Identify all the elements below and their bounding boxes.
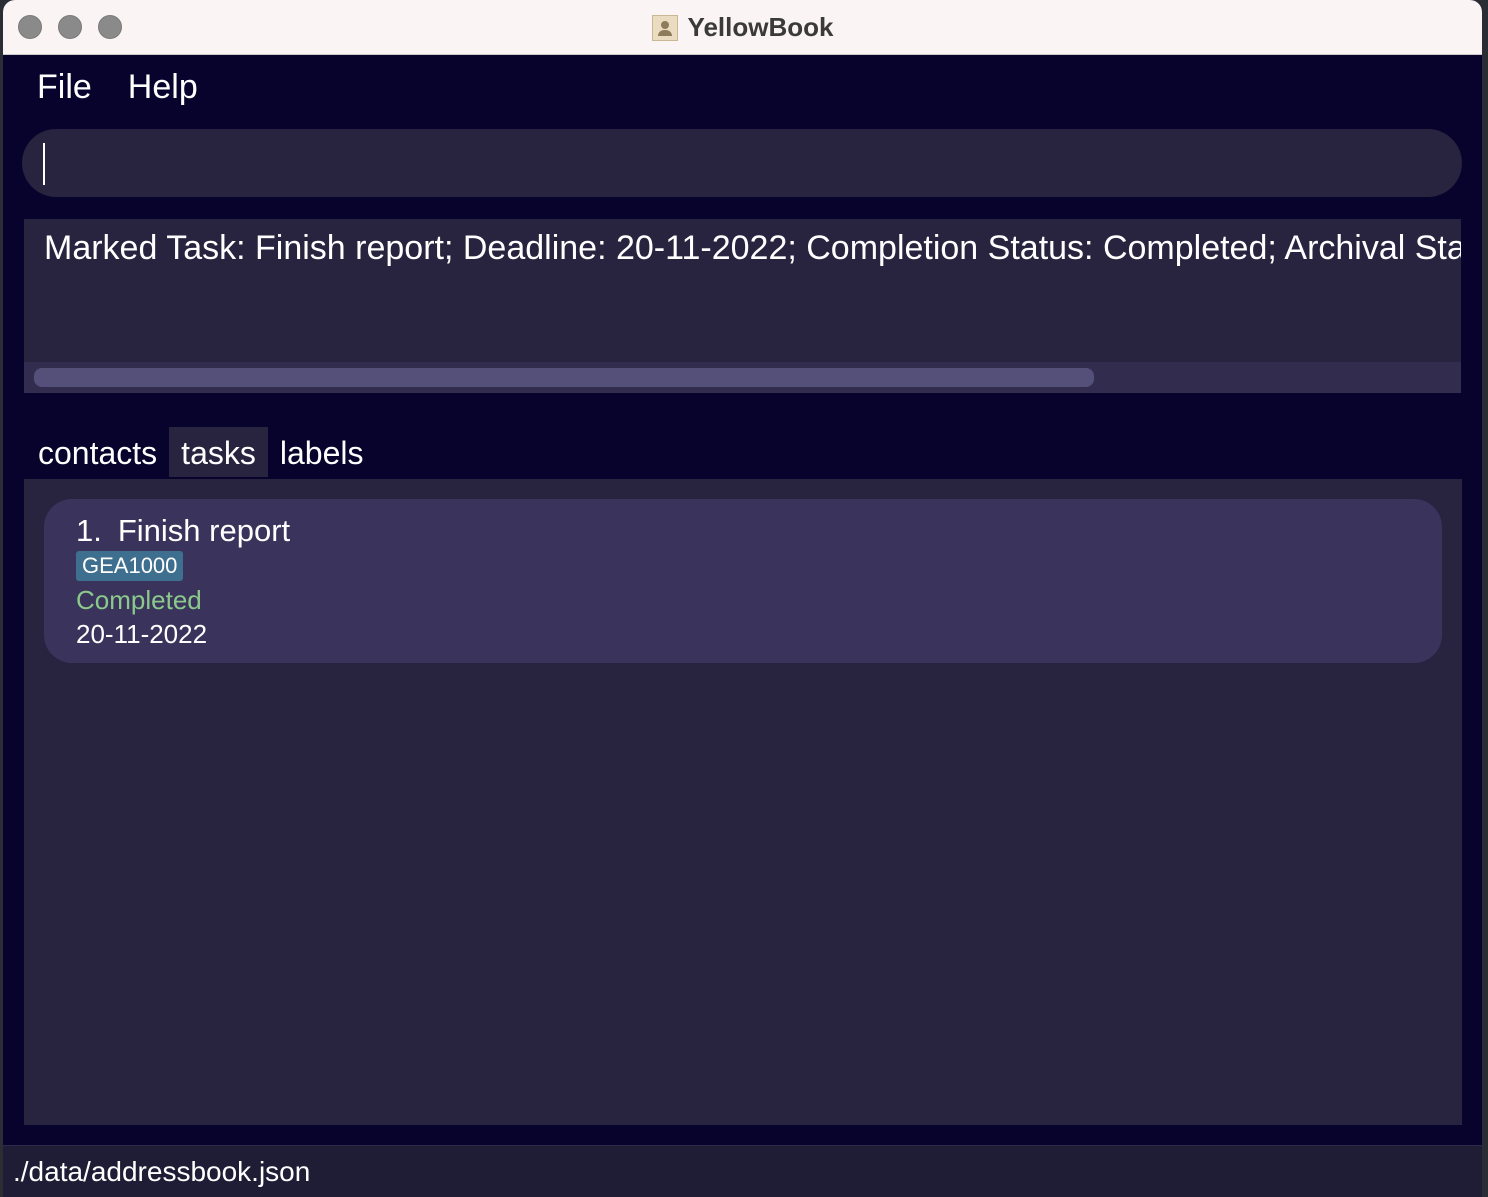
title-bar: YellowBook [3,0,1482,55]
task-title: Finish report [117,513,291,548]
result-horizontal-scrollbar[interactable] [24,362,1461,393]
address-book-icon [651,14,678,41]
tab-contacts[interactable]: contacts [26,427,169,477]
task-title-row: 1. Finish report [76,513,290,549]
command-input[interactable] [52,139,1436,189]
window-title: YellowBook [687,12,834,42]
app-window: YellowBook File Help Marked Task: Finish … [3,0,1482,1197]
menu-bar: File Help [37,68,234,107]
menu-file[interactable]: File [37,68,92,106]
task-deadline: 20-11-2022 [76,619,208,649]
tab-bar: contacts tasks labels [26,427,375,477]
data-file-path: ./data/addressbook.json [13,1156,311,1187]
tab-tasks[interactable]: tasks [169,427,268,477]
task-list-panel: 1. Finish report GEA1000 Completed 20-11-… [24,479,1462,1125]
result-message: Marked Task: Finish report; Deadline: 20… [44,229,1461,267]
task-card[interactable]: 1. Finish report GEA1000 Completed 20-11-… [44,499,1442,663]
scrollbar-thumb[interactable] [34,368,1094,387]
task-label-badge: GEA1000 [76,551,184,581]
tab-labels[interactable]: labels [268,427,376,477]
text-caret [43,143,45,185]
task-index: 1. [76,513,102,548]
command-box[interactable] [22,129,1462,197]
menu-help[interactable]: Help [128,68,198,106]
status-bar: ./data/addressbook.json [3,1145,1482,1197]
task-completion-status: Completed [76,585,202,615]
window-title-group: YellowBook [3,12,1482,43]
result-display: Marked Task: Finish report; Deadline: 20… [24,219,1461,393]
